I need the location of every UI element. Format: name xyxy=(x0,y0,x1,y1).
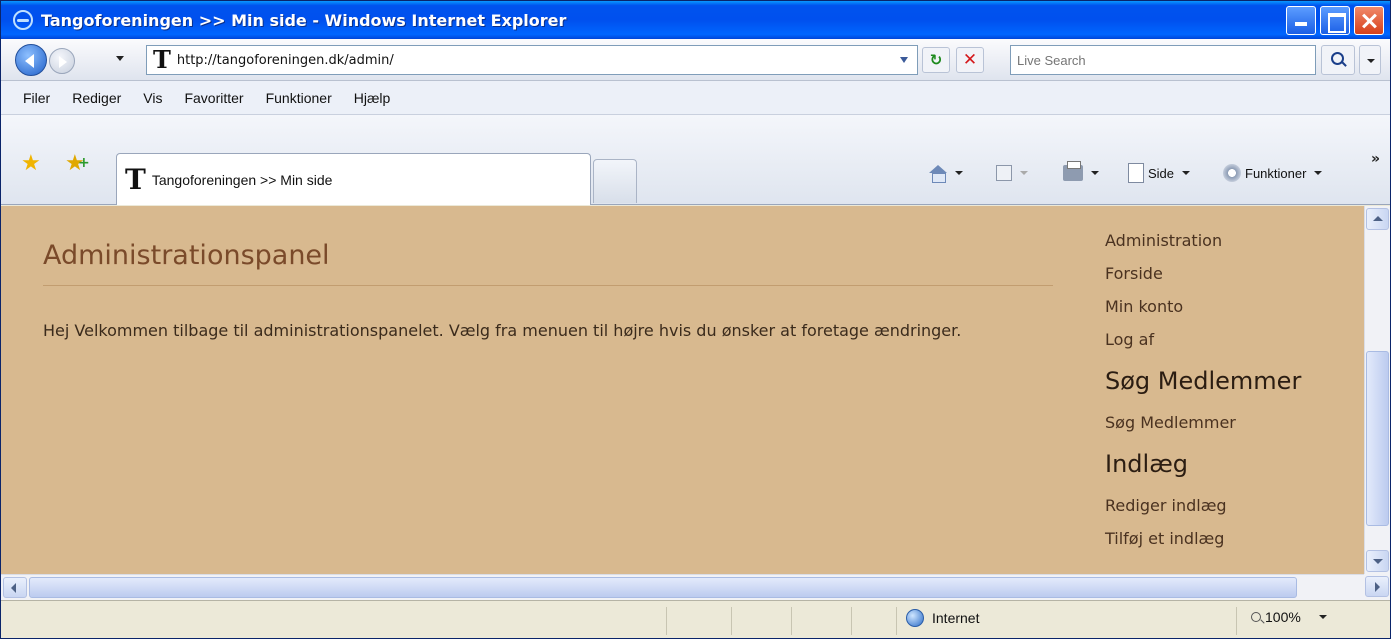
window-title: Tangoforeningen >> Min side - Windows In… xyxy=(41,10,567,30)
tab-label: Tangoforeningen >> Min side xyxy=(151,171,333,188)
status-divider xyxy=(851,607,852,635)
zone-label: Internet xyxy=(932,610,980,626)
security-zone[interactable]: Internet xyxy=(906,609,979,627)
search-input[interactable] xyxy=(1011,46,1315,74)
address-toolbar: T http://tangoforeningen.dk/admin/ ↻ ✕ xyxy=(1,39,1390,81)
menu-edit[interactable]: Rediger xyxy=(72,90,121,106)
status-divider xyxy=(1236,607,1237,635)
feeds-icon xyxy=(996,165,1012,181)
horizontal-scrollbar[interactable] xyxy=(1,574,1364,600)
admin-sidebar-nav: Administration Forside Min konto Log af … xyxy=(1105,224,1355,555)
new-tab-button[interactable] xyxy=(593,159,637,203)
home-button[interactable] xyxy=(929,159,963,187)
heading-divider xyxy=(43,285,1053,286)
tools-menu-label: Funktioner xyxy=(1245,165,1307,181)
zoom-control[interactable]: 100% xyxy=(1251,609,1327,625)
maximize-button[interactable] xyxy=(1320,6,1350,35)
page-dropdown-icon xyxy=(1182,171,1191,175)
window-controls xyxy=(1286,6,1384,35)
page-title: Administrationspanel xyxy=(43,240,330,271)
tools-menu-button[interactable]: Funktioner xyxy=(1223,159,1323,187)
menu-file[interactable]: Filer xyxy=(23,90,50,106)
home-icon xyxy=(929,165,947,183)
zoom-icon xyxy=(1251,612,1261,622)
print-dropdown-icon[interactable] xyxy=(1091,171,1099,175)
refresh-button[interactable]: ↻ xyxy=(922,47,950,73)
nav-link-min-konto[interactable]: Min konto xyxy=(1105,290,1355,323)
scroll-right-button[interactable] xyxy=(1365,576,1389,597)
scroll-corner xyxy=(1364,574,1390,600)
status-divider xyxy=(666,607,667,635)
nav-link-edit-posts[interactable]: Rediger indlæg xyxy=(1105,489,1355,522)
stop-button[interactable]: ✕ xyxy=(956,47,984,73)
status-divider xyxy=(791,607,792,635)
search-box[interactable] xyxy=(1010,45,1316,75)
welcome-message: Hej Velkommen tilbage til administration… xyxy=(43,321,962,340)
menu-help[interactable]: Hjælp xyxy=(354,90,391,106)
nav-link-search-members[interactable]: Søg Medlemmer xyxy=(1105,406,1355,439)
menu-bar: Filer Rediger Vis Favoritter Funktioner … xyxy=(1,81,1390,115)
nav-link-add-post[interactable]: Tilføj et indlæg xyxy=(1105,522,1355,555)
scroll-left-button[interactable] xyxy=(3,577,27,598)
status-divider xyxy=(731,607,732,635)
add-favorite-icon[interactable]: ★ xyxy=(65,151,89,176)
search-options-dropdown[interactable] xyxy=(1359,45,1381,75)
print-icon xyxy=(1063,161,1083,181)
title-bar: Tangoforeningen >> Min side - Windows In… xyxy=(1,1,1390,39)
feeds-button[interactable] xyxy=(996,159,1028,187)
address-dropdown-button[interactable] xyxy=(893,49,915,71)
feeds-dropdown-icon[interactable] xyxy=(1020,171,1028,175)
tab-current-page[interactable]: T Tangoforeningen >> Min side xyxy=(116,153,591,205)
horizontal-scroll-thumb[interactable] xyxy=(29,577,1297,598)
favorites-star-icon[interactable]: ★ xyxy=(21,151,41,176)
close-button[interactable] xyxy=(1354,6,1384,35)
page-menu-button[interactable]: Side xyxy=(1128,159,1191,187)
search-icon[interactable] xyxy=(1321,45,1355,75)
back-button[interactable] xyxy=(15,44,47,76)
page-viewport: Administrationspanel Hej Velkommen tilba… xyxy=(1,206,1364,574)
scroll-down-button[interactable] xyxy=(1366,550,1389,572)
status-bar xyxy=(1,600,1390,638)
tab-favicon-icon: T xyxy=(125,162,146,196)
ie-logo-icon xyxy=(13,10,33,30)
menu-favorites[interactable]: Favoritter xyxy=(184,90,243,106)
minimize-button[interactable] xyxy=(1286,6,1316,35)
home-dropdown-icon[interactable] xyxy=(955,171,963,175)
url-input[interactable]: http://tangoforeningen.dk/admin/ xyxy=(177,53,394,68)
vertical-scrollbar[interactable] xyxy=(1364,206,1390,574)
vertical-scroll-thumb[interactable] xyxy=(1366,351,1389,526)
forward-button[interactable] xyxy=(49,48,75,74)
menu-tools[interactable]: Funktioner xyxy=(266,90,332,106)
address-bar[interactable]: T http://tangoforeningen.dk/admin/ xyxy=(146,45,918,75)
page-icon xyxy=(1128,163,1144,183)
site-favicon-icon: T xyxy=(153,45,171,74)
nav-link-log-af[interactable]: Log af xyxy=(1105,323,1355,356)
print-button[interactable] xyxy=(1063,159,1099,187)
zoom-dropdown-icon[interactable] xyxy=(1318,615,1327,619)
status-divider xyxy=(896,607,897,635)
nav-link-forside[interactable]: Forside xyxy=(1105,257,1355,290)
toolbar-overflow-icon[interactable]: » xyxy=(1371,151,1380,167)
zoom-level: 100% xyxy=(1265,609,1301,625)
section-heading-posts: Indlæg xyxy=(1105,450,1188,478)
gear-icon xyxy=(1223,164,1241,182)
nav-link-administration[interactable]: Administration xyxy=(1105,224,1355,257)
page-menu-label: Side xyxy=(1148,165,1175,181)
recent-pages-dropdown[interactable] xyxy=(116,56,124,61)
menu-view[interactable]: Vis xyxy=(143,90,162,106)
section-heading-search-members: Søg Medlemmer xyxy=(1105,367,1302,395)
browser-window: Tangoforeningen >> Min side - Windows In… xyxy=(0,0,1391,639)
globe-icon xyxy=(906,609,924,627)
scroll-up-button[interactable] xyxy=(1366,208,1389,230)
tools-dropdown-icon xyxy=(1314,171,1323,175)
